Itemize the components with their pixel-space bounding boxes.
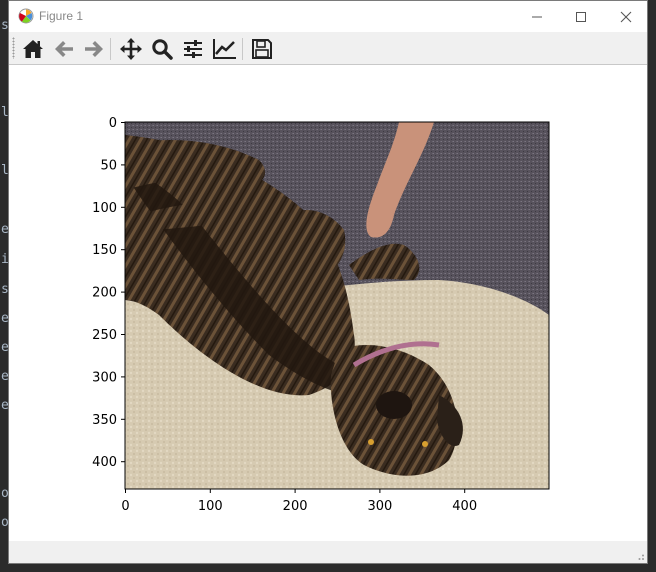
figure-window: Figure 1 0 100 200 300 400 0 50 100 150 … — [8, 0, 648, 564]
maximize-button[interactable] — [558, 1, 604, 32]
x-tick-label: 0 — [121, 499, 129, 514]
maximize-icon — [576, 11, 586, 22]
y-tick-label: 400 — [92, 455, 117, 470]
close-button[interactable] — [603, 1, 649, 32]
image-dog-eye-right — [422, 441, 428, 447]
resize-grip-icon[interactable] — [635, 551, 645, 561]
toolbar-separator — [242, 38, 243, 60]
subplots-button[interactable] — [180, 36, 206, 62]
save-button[interactable] — [249, 36, 275, 62]
x-tick-label: 200 — [283, 499, 308, 514]
home-icon — [23, 40, 43, 58]
customize-button[interactable] — [212, 36, 238, 62]
image-dog-nose — [376, 391, 412, 419]
y-tick-label: 100 — [92, 201, 117, 216]
arrow-right-icon — [85, 41, 103, 57]
y-tick-label: 300 — [92, 370, 117, 385]
minimize-icon — [532, 16, 542, 17]
toolbar-grip[interactable] — [12, 37, 15, 59]
image-dog-eye-left — [368, 439, 374, 445]
x-tick-label: 300 — [367, 499, 392, 514]
forward-button[interactable] — [81, 36, 107, 62]
line-chart-icon — [213, 39, 236, 59]
y-tick-label: 350 — [92, 413, 117, 428]
pan-button[interactable] — [118, 36, 144, 62]
zoom-button[interactable] — [149, 36, 175, 62]
x-tick-label: 400 — [452, 499, 477, 514]
move-icon — [120, 38, 142, 60]
title-bar[interactable]: Figure 1 — [9, 1, 647, 32]
navigation-toolbar — [9, 32, 647, 65]
home-button[interactable] — [20, 36, 46, 62]
minimize-button[interactable] — [514, 1, 560, 32]
image-display — [125, 122, 549, 489]
back-button[interactable] — [51, 36, 77, 62]
window-title: Figure 1 — [39, 9, 84, 23]
arrow-left-icon — [55, 41, 73, 57]
figure-svg: 0 100 200 300 400 0 50 100 150 200 250 3… — [92, 116, 550, 514]
toolbar-separator — [110, 38, 111, 60]
matplotlib-icon — [18, 8, 34, 24]
close-icon — [620, 11, 632, 22]
magnifier-icon — [152, 39, 173, 60]
x-axis: 0 100 200 300 400 — [121, 489, 477, 514]
floppy-disk-icon — [252, 39, 272, 59]
y-tick-label: 150 — [92, 243, 117, 258]
y-axis: 0 50 100 150 200 250 300 350 400 — [92, 116, 125, 470]
figure-canvas[interactable]: 0 100 200 300 400 0 50 100 150 200 250 3… — [9, 65, 647, 541]
y-tick-label: 200 — [92, 286, 117, 301]
y-tick-label: 0 — [109, 116, 117, 131]
status-bar — [9, 541, 647, 563]
y-tick-label: 50 — [100, 158, 117, 173]
x-tick-label: 100 — [198, 499, 223, 514]
y-tick-label: 250 — [92, 328, 117, 343]
sliders-icon — [184, 40, 202, 58]
